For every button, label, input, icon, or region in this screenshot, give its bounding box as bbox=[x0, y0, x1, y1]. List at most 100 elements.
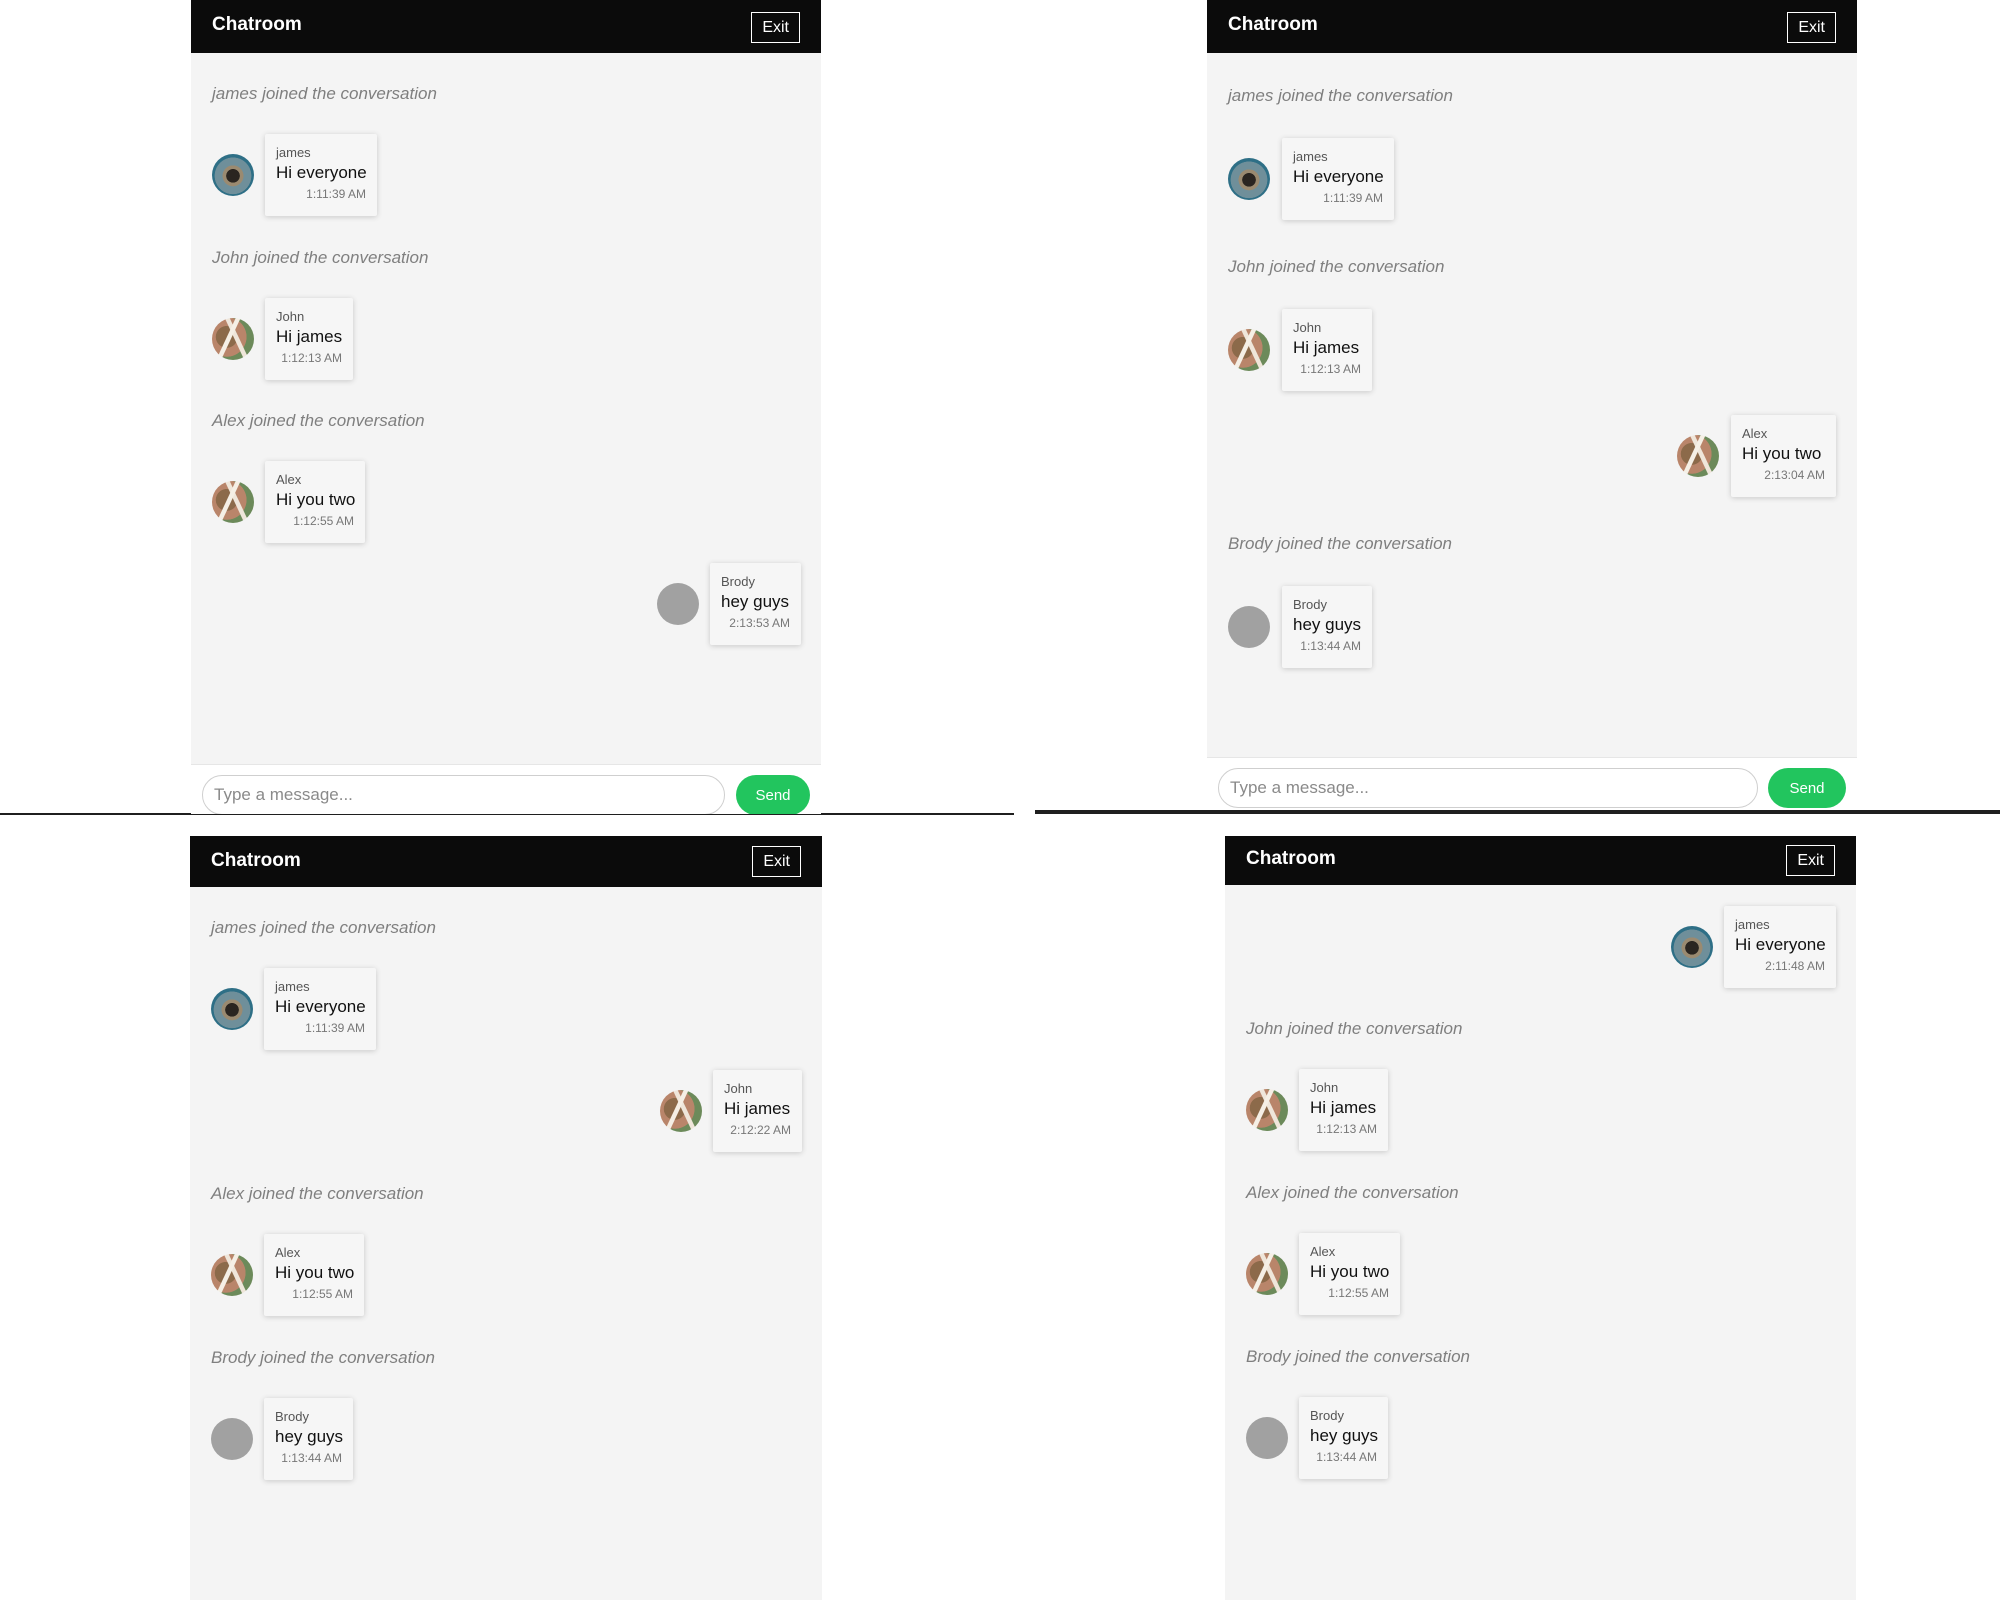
message-time: 2:13:04 AM bbox=[1764, 468, 1825, 482]
message-row-own: Brody hey guys 2:13:53 AM bbox=[657, 563, 801, 645]
message-sender: John bbox=[724, 1081, 753, 1096]
message-time: 1:12:13 AM bbox=[281, 351, 342, 365]
message-time: 2:12:22 AM bbox=[730, 1123, 791, 1137]
system-message: John joined the conversation bbox=[1246, 1019, 1463, 1038]
message-input[interactable] bbox=[202, 775, 725, 814]
system-message: james joined the conversation bbox=[212, 84, 437, 103]
panel-header: Chatroom Exit bbox=[1207, 0, 1857, 53]
system-message: Alex joined the conversation bbox=[1246, 1183, 1459, 1202]
message-row: John Hi james 1:12:13 AM bbox=[212, 298, 812, 380]
message-sender: james bbox=[1293, 149, 1328, 164]
exit-button[interactable]: Exit bbox=[751, 12, 800, 43]
message-time: 1:12:13 AM bbox=[1316, 1122, 1377, 1136]
message-text: Hi everyone bbox=[1293, 167, 1384, 186]
message-row: Brody hey guys 1:13:44 AM bbox=[211, 1398, 811, 1480]
exit-button[interactable]: Exit bbox=[1786, 845, 1835, 876]
panel-title: Chatroom bbox=[212, 14, 302, 35]
system-message: Alex joined the conversation bbox=[211, 1184, 424, 1203]
chat-panel: Chatroom Exit james Hi everyone 2:11:48 … bbox=[1225, 836, 1856, 1600]
message-bubble: John Hi james 2:12:22 AM bbox=[713, 1070, 802, 1152]
message-sender: james bbox=[275, 979, 310, 994]
message-sender: Alex bbox=[1742, 426, 1768, 441]
message-text: Hi james bbox=[1293, 338, 1360, 357]
avatar bbox=[1228, 158, 1270, 200]
message-bubble: Brody hey guys 1:13:44 AM bbox=[264, 1398, 353, 1480]
chat-panel: Chatroom Exit james joined the conversat… bbox=[190, 836, 822, 1600]
message-row: John Hi james 1:12:13 AM bbox=[1246, 1069, 1846, 1151]
message-bubble: Alex Hi you two 2:13:04 AM bbox=[1731, 415, 1836, 497]
message-row: james Hi everyone 1:11:39 AM bbox=[211, 968, 811, 1050]
divider-top-right bbox=[1035, 810, 2000, 814]
panel-title: Chatroom bbox=[1228, 14, 1318, 35]
exit-button[interactable]: Exit bbox=[752, 846, 801, 877]
system-message: John joined the conversation bbox=[1228, 257, 1445, 276]
message-text: Hi james bbox=[1310, 1098, 1377, 1117]
message-text: Hi you two bbox=[276, 490, 356, 509]
message-row-own: james Hi everyone 2:11:48 AM bbox=[1671, 906, 1836, 988]
message-bubble: Alex Hi you two 1:12:55 AM bbox=[265, 461, 365, 543]
message-row: Brody hey guys 1:13:44 AM bbox=[1246, 1397, 1846, 1479]
avatar bbox=[1671, 926, 1713, 968]
message-text: Hi everyone bbox=[276, 163, 367, 182]
message-sender: John bbox=[1310, 1080, 1339, 1095]
message-bubble: John Hi james 1:12:13 AM bbox=[1282, 309, 1372, 391]
message-text: hey guys bbox=[1293, 615, 1362, 634]
message-bubble: james Hi everyone 2:11:48 AM bbox=[1724, 906, 1836, 988]
system-message: james joined the conversation bbox=[1228, 86, 1453, 105]
message-sender: Brody bbox=[275, 1409, 309, 1424]
message-sender: james bbox=[276, 145, 311, 160]
avatar bbox=[1228, 329, 1270, 371]
system-message: Alex joined the conversation bbox=[212, 411, 425, 430]
message-row-own: Alex Hi you two 2:13:04 AM bbox=[1677, 415, 1836, 497]
send-button[interactable]: Send bbox=[736, 775, 810, 814]
message-text: Hi you two bbox=[275, 1263, 355, 1282]
message-bubble: james Hi everyone 1:11:39 AM bbox=[265, 134, 377, 216]
message-text: Hi you two bbox=[1742, 444, 1822, 463]
message-sender: james bbox=[1735, 917, 1770, 932]
message-text: hey guys bbox=[721, 592, 790, 611]
message-text: hey guys bbox=[275, 1427, 344, 1446]
avatar bbox=[211, 988, 253, 1030]
message-row: Alex Hi you two 1:12:55 AM bbox=[211, 1234, 811, 1316]
message-sender: Alex bbox=[1310, 1244, 1336, 1259]
message-bubble: james Hi everyone 1:11:39 AM bbox=[1282, 138, 1394, 220]
system-message: Brody joined the conversation bbox=[1228, 534, 1452, 553]
exit-button[interactable]: Exit bbox=[1787, 12, 1836, 43]
message-sender: Alex bbox=[275, 1245, 301, 1260]
panel-header: Chatroom Exit bbox=[1225, 836, 1856, 885]
chat-panel: Chatroom Exit james joined the conversat… bbox=[191, 0, 821, 814]
message-composer: Send bbox=[1207, 757, 1857, 810]
avatar bbox=[211, 1418, 253, 1460]
avatar bbox=[212, 481, 254, 523]
avatar bbox=[1246, 1253, 1288, 1295]
avatar bbox=[212, 318, 254, 360]
message-row: Alex Hi you two 1:12:55 AM bbox=[212, 461, 812, 543]
avatar bbox=[211, 1254, 253, 1296]
message-composer: Send bbox=[191, 764, 821, 814]
send-button[interactable]: Send bbox=[1768, 768, 1846, 808]
message-input[interactable] bbox=[1218, 768, 1758, 808]
avatar bbox=[657, 583, 699, 625]
message-bubble: Alex Hi you two 1:12:55 AM bbox=[1299, 1233, 1400, 1315]
message-text: Hi james bbox=[724, 1099, 791, 1118]
avatar bbox=[212, 154, 254, 196]
message-time: 1:12:55 AM bbox=[293, 514, 354, 528]
message-row: Alex Hi you two 1:12:55 AM bbox=[1246, 1233, 1846, 1315]
panel-header: Chatroom Exit bbox=[190, 836, 822, 887]
system-message: james joined the conversation bbox=[211, 918, 436, 937]
message-time: 2:13:53 AM bbox=[729, 616, 790, 630]
message-bubble: Brody hey guys 1:13:44 AM bbox=[1299, 1397, 1388, 1479]
message-row: Brody hey guys 1:13:44 AM bbox=[1228, 586, 1828, 668]
message-row: james Hi everyone 1:11:39 AM bbox=[212, 134, 812, 216]
message-bubble: John Hi james 1:12:13 AM bbox=[1299, 1069, 1388, 1151]
avatar bbox=[1246, 1417, 1288, 1459]
message-text: Hi everyone bbox=[1735, 935, 1826, 954]
message-time: 1:12:55 AM bbox=[1328, 1286, 1389, 1300]
message-sender: Alex bbox=[276, 472, 302, 487]
message-sender: Brody bbox=[1293, 597, 1327, 612]
message-text: Hi james bbox=[276, 327, 343, 346]
message-time: 1:11:39 AM bbox=[305, 1021, 365, 1035]
message-row: james Hi everyone 1:11:39 AM bbox=[1228, 138, 1828, 220]
message-bubble: Brody hey guys 1:13:44 AM bbox=[1282, 586, 1372, 668]
message-sender: John bbox=[276, 309, 305, 324]
